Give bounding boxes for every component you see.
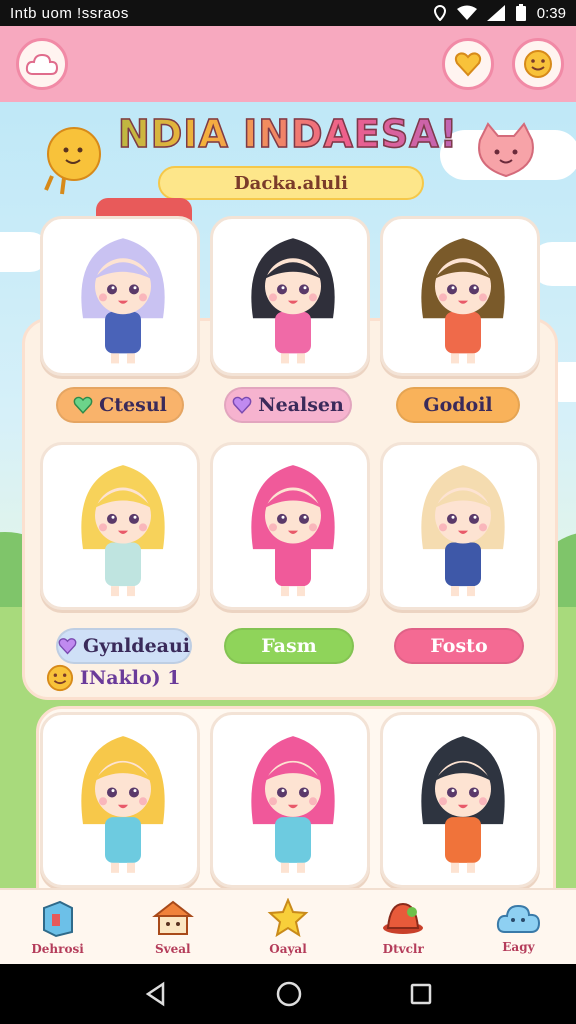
star-icon [267, 898, 309, 938]
character-label: Fosto [430, 635, 488, 657]
character-avatar [421, 736, 505, 873]
status-text: Intb uom !ssraos [10, 4, 129, 22]
subtitle-pill: Dacka.aluli [158, 166, 424, 200]
nav-label: Dtvclr [382, 942, 424, 956]
character-label: Ctesul [99, 394, 167, 416]
battery-icon [515, 4, 526, 21]
purple-heart-icon [58, 638, 77, 655]
cloud-icon [25, 53, 59, 75]
character-avatar [421, 465, 505, 597]
character-avatar [421, 238, 505, 364]
badge-row: INaklo) 1 [46, 664, 180, 692]
character-button-3[interactable]: Godoil [396, 387, 520, 423]
status-bar: Intb uom !ssraos 0:39 [0, 0, 576, 26]
smile-icon [524, 50, 552, 78]
nav-item-1[interactable]: Dehrosi [0, 890, 115, 964]
favorites-button[interactable] [442, 38, 494, 90]
character-avatar [81, 736, 165, 873]
nav-label: Eagy [502, 940, 535, 954]
bottom-nav: Dehrosi Sveal Oayal Dtvclr Eagy [0, 888, 576, 964]
location-icon [433, 5, 446, 21]
house-icon [151, 900, 194, 935]
nav-label: Oayal [269, 942, 307, 956]
character-card[interactable] [40, 442, 200, 610]
cloud-icon [497, 904, 541, 933]
wifi-icon [456, 5, 477, 20]
recents-icon[interactable] [409, 982, 433, 1006]
character-avatar [251, 736, 335, 873]
system-nav-bar [0, 964, 576, 1024]
character-card[interactable] [210, 216, 370, 376]
nav-item-4[interactable]: Dtvclr [346, 890, 461, 964]
character-button-1[interactable]: Ctesul [56, 387, 184, 423]
profile-button[interactable] [512, 38, 564, 90]
nav-item-3[interactable]: Oayal [230, 890, 345, 964]
character-button-4[interactable]: Gynldeaui [56, 628, 192, 664]
home-icon[interactable] [275, 980, 303, 1008]
heart-icon [454, 52, 482, 77]
book-icon [42, 900, 73, 938]
nav-item-5[interactable]: Eagy [461, 890, 576, 964]
nav-label: Sveal [155, 942, 191, 956]
character-card[interactable] [380, 712, 540, 888]
hat-icon [383, 902, 424, 934]
character-card[interactable] [380, 442, 540, 610]
character-avatar [81, 238, 165, 364]
character-label: Fasm [261, 635, 317, 657]
cloud-menu-button[interactable] [16, 38, 68, 90]
character-avatar [81, 465, 165, 597]
character-card[interactable] [40, 216, 200, 376]
character-card[interactable] [210, 442, 370, 610]
character-card[interactable] [210, 712, 370, 888]
character-button-6[interactable]: Fosto [394, 628, 524, 664]
character-label: Godoil [423, 394, 493, 416]
character-label: Nealsen [258, 394, 344, 416]
nav-label: Dehrosi [31, 942, 84, 956]
badge-text: INaklo) 1 [80, 667, 181, 689]
purple-heart-icon [232, 396, 252, 414]
signal-icon [486, 5, 505, 21]
back-icon[interactable] [143, 981, 169, 1007]
character-label: Gynldeaui [82, 635, 190, 657]
nav-item-2[interactable]: Sveal [115, 890, 230, 964]
subtitle-text: Dacka.aluli [234, 172, 348, 194]
character-button-5[interactable]: Fasm [224, 628, 354, 664]
green-heart-icon [73, 396, 93, 414]
character-card[interactable] [380, 216, 540, 376]
smile-icon [46, 664, 74, 692]
status-time: 0:39 [536, 4, 566, 22]
character-avatar [251, 465, 335, 597]
character-avatar [251, 238, 335, 364]
character-button-2[interactable]: Nealsen [224, 387, 352, 423]
game-title: NDIA INDAESA! [0, 111, 576, 157]
character-card[interactable] [40, 712, 200, 888]
